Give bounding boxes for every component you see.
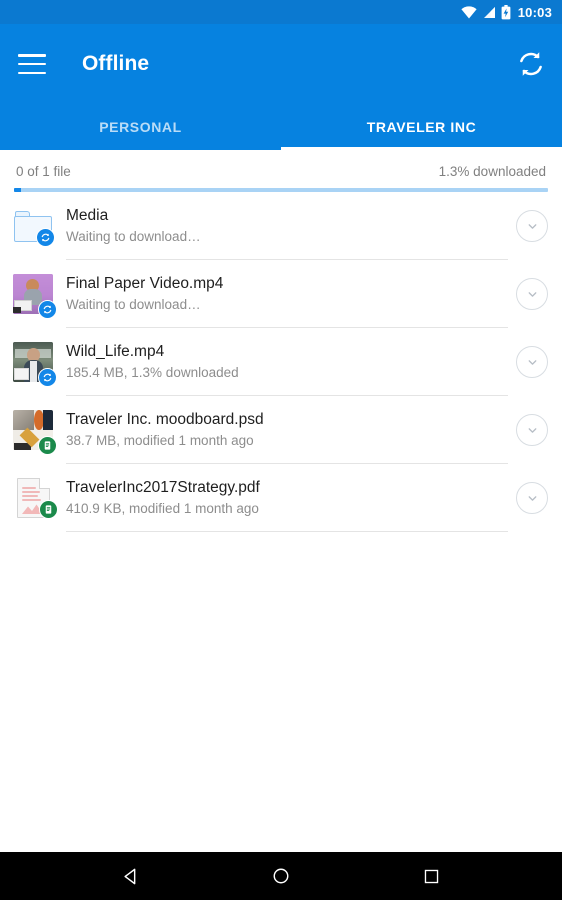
wifi-icon <box>461 5 477 19</box>
list-item[interactable]: Final Paper Video.mp4 Waiting to downloa… <box>0 260 562 328</box>
file-icon <box>12 271 57 319</box>
tab-active-indicator <box>281 147 562 150</box>
file-icon <box>12 475 58 521</box>
progress-percent-label: 1.3% downloaded <box>438 164 546 179</box>
home-circle-icon[interactable] <box>261 856 301 896</box>
list-item[interactable]: Media Waiting to download… <box>0 192 562 260</box>
download-progress-header: 0 of 1 file 1.3% downloaded <box>0 150 562 192</box>
chevron-down-icon[interactable] <box>516 210 548 242</box>
tab-personal[interactable]: PERSONAL <box>0 104 281 150</box>
status-bar: 10:03 <box>0 0 562 24</box>
android-navigation-bar <box>0 852 562 900</box>
file-name: TravelerInc2017Strategy.pdf <box>66 479 260 496</box>
file-icon <box>12 203 55 249</box>
hamburger-menu-icon[interactable] <box>18 54 46 74</box>
file-meta: Waiting to download… <box>66 229 201 244</box>
tab-bar: PERSONAL TRAVELER INC <box>0 104 562 150</box>
offline-available-badge <box>39 500 58 519</box>
list-item-text: Media Waiting to download… <box>66 192 508 260</box>
tab-traveler-inc[interactable]: TRAVELER INC <box>281 104 562 150</box>
list-item[interactable]: Wild_Life.mp4 185.4 MB, 1.3% downloaded <box>0 328 562 396</box>
file-name: Final Paper Video.mp4 <box>66 275 224 292</box>
file-name: Media <box>66 207 109 224</box>
sync-badge <box>38 300 57 319</box>
row-divider <box>66 531 508 532</box>
list-item-text: Traveler Inc. moodboard.psd 38.7 MB, mod… <box>66 396 508 464</box>
list-item-text: Wild_Life.mp4 185.4 MB, 1.3% downloaded <box>66 328 508 396</box>
file-meta: Waiting to download… <box>66 297 201 312</box>
chevron-down-icon[interactable] <box>516 346 548 378</box>
file-name: Wild_Life.mp4 <box>66 343 165 360</box>
offline-file-list: Media Waiting to download… Final Paper V… <box>0 192 562 532</box>
list-item[interactable]: TravelerInc2017Strategy.pdf 410.9 KB, mo… <box>0 464 562 532</box>
progress-labels: 0 of 1 file 1.3% downloaded <box>14 164 548 188</box>
page-title: Offline <box>82 52 150 75</box>
battery-charging-icon <box>501 4 511 20</box>
file-name: Traveler Inc. moodboard.psd <box>66 411 264 428</box>
app-bar: Offline <box>0 24 562 104</box>
chevron-down-icon[interactable] <box>516 414 548 446</box>
sync-badge <box>38 368 57 387</box>
progress-file-count: 0 of 1 file <box>16 164 71 179</box>
chevron-down-icon[interactable] <box>516 278 548 310</box>
chevron-down-icon[interactable] <box>516 482 548 514</box>
list-item-text: Final Paper Video.mp4 Waiting to downloa… <box>66 260 508 328</box>
app-screen: 10:03 Offline PERSONAL TRAVELER INC 0 of… <box>0 0 562 900</box>
back-triangle-icon[interactable] <box>111 856 151 896</box>
file-meta: 185.4 MB, 1.3% downloaded <box>66 365 239 380</box>
file-meta: 38.7 MB, modified 1 month ago <box>66 433 254 448</box>
cell-signal-icon <box>482 6 496 19</box>
offline-available-badge <box>38 436 57 455</box>
file-meta: 410.9 KB, modified 1 month ago <box>66 501 259 516</box>
list-item[interactable]: Traveler Inc. moodboard.psd 38.7 MB, mod… <box>0 396 562 464</box>
recents-square-icon[interactable] <box>411 856 451 896</box>
status-bar-clock: 10:03 <box>517 4 552 20</box>
file-icon <box>12 339 57 387</box>
file-icon <box>12 407 57 455</box>
refresh-sync-icon[interactable] <box>516 49 546 79</box>
sync-badge <box>36 228 55 247</box>
list-item-text: TravelerInc2017Strategy.pdf 410.9 KB, mo… <box>66 464 508 532</box>
